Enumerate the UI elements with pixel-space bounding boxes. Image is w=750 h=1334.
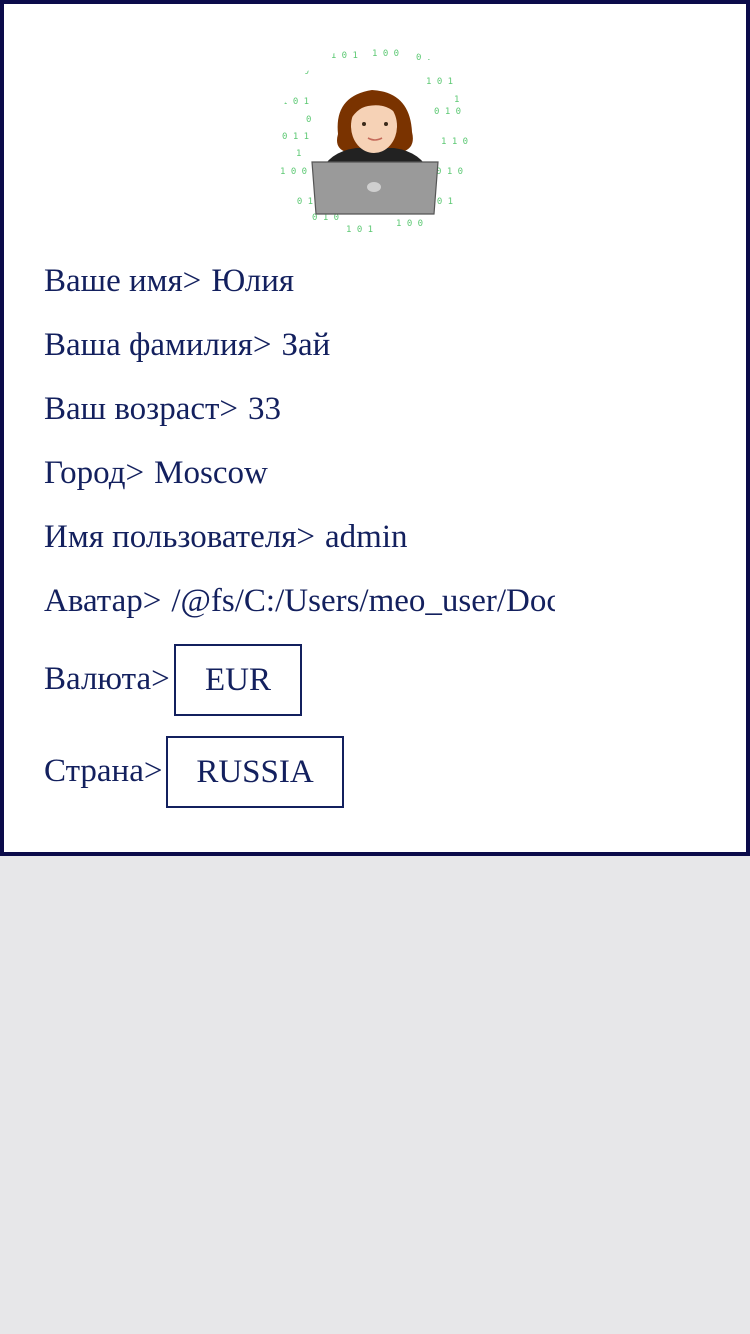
age-label: Ваш возраст> [44, 391, 239, 427]
svg-text:1 0 0: 1 0 0 [280, 167, 307, 177]
svg-text:1 0 0: 1 0 0 [396, 219, 423, 229]
first-name-label: Ваше имя> [44, 263, 202, 299]
avatar-path-row: Аватар>/@fs/C:/Users/meo_user/Docu [44, 581, 555, 621]
svg-text:0 1 0: 0 1 0 [434, 107, 461, 117]
currency-label: Валюта> [44, 661, 170, 697]
svg-text:1 0 1 0: 1 0 1 0 [426, 77, 464, 87]
svg-text:0 0 1: 0 0 1 [286, 197, 313, 207]
avatar: 0 1 0 1 0 1 0 1 1 1 0 0 0 0 1 0 1 0 1 1 0 0 0… [276, 44, 476, 244]
svg-text:0 1 1: 0 1 1 [282, 132, 309, 142]
age-row: Ваш возраст> 33 [44, 389, 281, 429]
username-value: admin [325, 519, 408, 555]
last-name-row: Ваша фамилия> Зай [44, 325, 330, 365]
svg-text:0: 0 [306, 115, 311, 125]
svg-text:1 0 1: 1 0 1 [282, 97, 309, 107]
first-name-row: Ваше имя> Юлия [44, 261, 294, 301]
city-label: Город> [44, 455, 145, 491]
svg-text:0 1 0: 0 1 0 [282, 67, 309, 77]
city-row: Город> Moscow [44, 453, 268, 493]
country-button[interactable]: RUSSIA [166, 736, 344, 808]
username-label: Имя пользователя> [44, 519, 315, 555]
currency-button[interactable]: EUR [174, 644, 302, 716]
svg-text:0 1 1: 0 1 1 [416, 53, 443, 63]
woman-laptop-icon: 0 1 0 1 0 1 0 1 1 1 0 0 0 0 1 0 1 0 1 1 0 0 0… [280, 49, 468, 235]
svg-text:1: 1 [296, 149, 301, 159]
country-label: Страна> [44, 753, 163, 789]
svg-text:0 1 0: 0 1 0 [436, 167, 463, 177]
last-name-value: Зай [281, 327, 331, 363]
svg-text:1: 1 [454, 95, 459, 105]
svg-text:0 1 0 1: 0 1 0 1 [320, 51, 358, 61]
city-value: Moscow [154, 455, 268, 491]
svg-text:1 0 1: 1 0 1 [346, 225, 373, 235]
svg-text:1 0 0: 1 0 0 [372, 49, 399, 59]
age-value: 33 [248, 391, 282, 427]
profile-card: 0 1 0 1 0 1 0 1 1 1 0 0 0 0 1 0 1 0 1 1 0 0 0… [0, 0, 750, 856]
last-name-label: Ваша фамилия> [44, 327, 272, 363]
svg-text:1 1 0: 1 1 0 [441, 137, 468, 147]
avatar-path-value: /@fs/C:/Users/meo_user/Docu [171, 583, 556, 619]
avatar-path-label: Аватар> [44, 583, 162, 619]
username-row: Имя пользователя> admin [44, 517, 407, 557]
first-name-value: Юлия [211, 263, 295, 299]
